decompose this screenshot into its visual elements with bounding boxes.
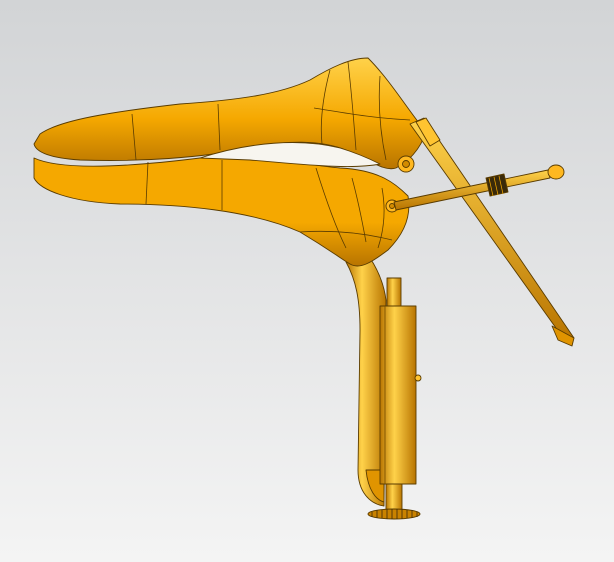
- slide-pin: [414, 374, 422, 382]
- lock-pivot-inner: [389, 203, 395, 209]
- handle-top-collar: [386, 277, 402, 309]
- thumb-screw-cap[interactable]: [547, 164, 565, 180]
- cad-viewport[interactable]: [0, 0, 614, 562]
- thumb-screw-nut[interactable]: [485, 173, 509, 197]
- hinge-pivot-inner: [402, 160, 410, 168]
- model-canvas[interactable]: [0, 0, 614, 562]
